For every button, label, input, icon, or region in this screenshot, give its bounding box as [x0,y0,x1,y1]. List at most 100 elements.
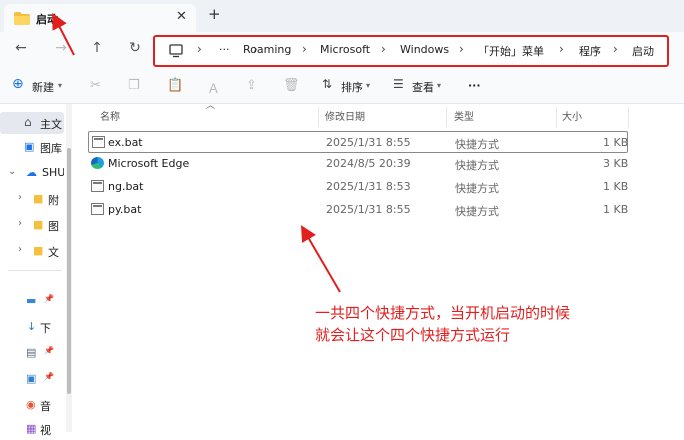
video-icon: ▦ [26,422,37,435]
pin-icon: 📌 [44,294,54,303]
navigation-bar: ← → ↑ ↻ › ··· › Roaming › Microsoft › Wi… [0,32,684,70]
sidebar-item-label: 图 [48,220,59,233]
home-icon: ⌂ [24,115,32,129]
table-row[interactable]: Microsoft Edge 2024/8/5 20:39 快捷方式 3 KB [88,153,628,175]
file-type: 快捷方式 [455,205,499,218]
file-date: 2025/1/31 8:55 [326,203,411,216]
column-header-size[interactable]: 大小 [562,108,582,123]
sidebar-item-label: SHU [42,166,64,179]
folder-icon: ■ [33,244,44,257]
new-plus-icon: ⊕ [12,76,24,92]
file-size: 1 KB [603,136,629,149]
view-button[interactable]: 查看 [412,79,434,95]
file-name: Microsoft Edge [108,157,190,170]
file-type: 快捷方式 [455,182,499,195]
sort-up-icon: ︿ [206,101,216,111]
sidebar-item-documents[interactable]: ▤ 📌 [0,342,64,364]
breadcrumb-programs[interactable]: 程序 [579,43,601,59]
document-icon: ▤ [26,346,37,359]
tab-startup[interactable]: 启动 ✕ [4,4,196,32]
sidebar-item-label: 音 [40,400,51,413]
sidebar-item-folder[interactable]: › ■ 文 [0,240,64,262]
tab-title: 启动 [36,13,58,26]
share-icon[interactable]: ⇪ [246,78,257,93]
sidebar-item-videos[interactable]: ▦ 视 [0,418,64,440]
breadcrumb-overflow[interactable]: ··· [219,43,230,56]
column-divider [446,107,447,127]
picture-icon: ▣ [26,372,37,385]
more-options-button[interactable]: ··· [468,79,481,92]
column-header-date[interactable]: 修改日期 [325,108,365,123]
sidebar-item-music[interactable]: ◉ 音 [0,394,64,416]
pin-icon: 📌 [44,346,54,355]
refresh-icon[interactable]: ↻ [124,40,146,56]
file-name: py.bat [108,203,142,216]
chevron-down-icon: ▾ [58,81,63,90]
sidebar-item-desktop[interactable]: ▬ 📌 [0,290,64,312]
sidebar-item-home[interactable]: ⌂ 主文 [0,112,64,134]
column-header-name[interactable]: 名称 [100,108,120,123]
delete-icon[interactable]: 🗑 [283,78,300,93]
folder-icon: ■ [33,192,44,205]
address-bar[interactable]: › ··· › Roaming › Microsoft › Windows › … [153,35,669,67]
table-row[interactable]: py.bat 2025/1/31 8:55 快捷方式 1 KB [88,199,628,221]
sidebar-item-label: 图库 [40,142,62,155]
sidebar-item-pictures[interactable]: ▣ 📌 [0,368,64,390]
up-arrow-icon[interactable]: ↑ [86,40,108,56]
bat-file-icon [91,203,104,215]
new-tab-icon[interactable]: + [208,5,221,23]
bat-file-icon [91,180,104,192]
close-icon[interactable]: ✕ [176,9,187,24]
breadcrumb-separator: › [381,42,386,56]
bat-file-icon [92,136,105,148]
chevron-right-icon[interactable]: › [18,192,22,203]
computer-icon [169,44,183,58]
annotation-line-2: 就会让这个四个快捷方式运行 [315,326,511,344]
sidebar-item-folder[interactable]: › ■ 图 [0,214,64,236]
annotation-line-1: 一共四个快捷方式，当开机启动的时候 [315,304,571,322]
sidebar-item-downloads[interactable]: ↓ 下 [0,316,64,338]
sidebar-item-onedrive[interactable]: ⌄ ☁ SHU [0,162,64,184]
paste-icon[interactable]: 📋 [167,78,183,93]
back-arrow-icon[interactable]: ← [10,40,32,56]
music-icon: ◉ [26,398,36,411]
file-type: 快捷方式 [455,138,499,151]
breadcrumb-microsoft[interactable]: Microsoft [320,43,370,56]
breadcrumb-start-menu[interactable]: 「开始」菜单 [478,43,544,59]
file-size: 1 KB [603,180,629,193]
breadcrumb-separator: › [613,42,618,56]
sort-button[interactable]: 排序 [341,79,363,95]
rename-icon[interactable]: Ａ [207,78,220,97]
pin-icon: 📌 [44,372,54,381]
chevron-right-icon[interactable]: › [18,218,22,229]
sidebar-item-label: 主文 [40,118,62,131]
scrollbar-thumb[interactable] [67,148,71,394]
breadcrumb-roaming[interactable]: Roaming [243,43,291,56]
sidebar-item-folder[interactable]: › ■ 附 [0,188,64,210]
navigation-pane: ⌂ 主文 ▣ 图库 ⌄ ☁ SHU › ■ 附 › ■ 图 › ■ 文 ▬ 📌 … [0,104,66,437]
sidebar-item-gallery[interactable]: ▣ 图库 [0,136,64,158]
breadcrumb-windows[interactable]: Windows [400,43,449,56]
chevron-right-icon[interactable]: › [18,244,22,255]
edge-icon [91,157,104,169]
breadcrumb-startup[interactable]: 启动 [632,43,654,59]
sidebar-item-label: 下 [40,322,51,335]
cloud-icon: ☁ [26,166,37,179]
table-row[interactable]: ng.bat 2025/1/31 8:53 快捷方式 1 KB [88,176,628,198]
chevron-down-icon[interactable]: ⌄ [8,166,16,177]
new-button[interactable]: 新建 [32,79,54,95]
column-divider [556,107,557,127]
forward-arrow-icon[interactable]: → [50,40,72,56]
file-date: 2025/1/31 8:55 [326,136,411,149]
file-type: 快捷方式 [455,159,499,172]
copy-icon[interactable]: ❐ [128,78,140,93]
tab-bar: 启动 ✕ + [0,0,684,32]
file-name: ex.bat [108,136,143,149]
divider [8,270,62,271]
view-icon: ☰ [393,77,404,91]
column-header-type[interactable]: 类型 [454,108,474,123]
file-size: 1 KB [603,203,629,216]
table-row[interactable]: ex.bat 2025/1/31 8:55 快捷方式 1 KB [88,131,628,153]
cut-icon[interactable]: ✂ [90,78,101,93]
breadcrumb-separator: › [459,42,464,56]
